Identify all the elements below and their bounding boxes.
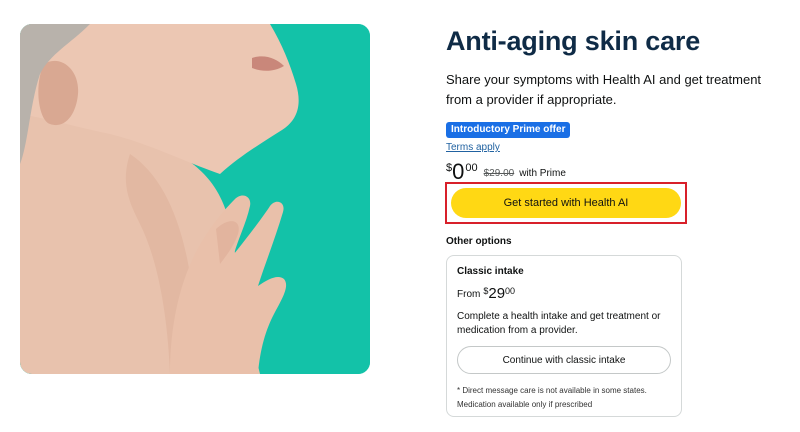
price-cents: 00 [465, 162, 478, 174]
price-note: with Prime [519, 168, 566, 179]
card-disclaimer: * Direct message care is not available i… [457, 384, 671, 412]
continue-classic-intake-button[interactable]: Continue with classic intake [457, 346, 671, 374]
disclaimer-line-1: * Direct message care is not available i… [457, 386, 647, 395]
prime-offer-badge: Introductory Prime offer [446, 122, 571, 138]
cta-highlight-box: Get started with Health AI [445, 182, 687, 224]
original-price: $29.00 [483, 168, 515, 179]
page-title: Anti-aging skin care [446, 26, 701, 56]
get-started-button[interactable]: Get started with Health AI [451, 188, 681, 218]
card-title: Classic intake [457, 266, 524, 277]
card-price-cents: 00 [505, 286, 516, 296]
page-subtitle: Share your symptoms with Health AI and g… [446, 72, 762, 107]
card-price-prefix: From [457, 289, 481, 300]
hero-image [20, 24, 370, 374]
card-price: From $ 29 00 [457, 285, 671, 302]
card-price-whole: 29 [488, 285, 506, 302]
terms-link[interactable]: Terms apply [446, 141, 786, 154]
disclaimer-line-2: Medication available only if prescribed [457, 400, 593, 409]
classic-intake-card: Classic intake From $ 29 00 Complete a h… [446, 255, 682, 417]
product-details: Anti-aging skin care Share your symptoms… [446, 24, 786, 186]
other-options-heading: Other options [446, 236, 512, 247]
card-description: Complete a health intake and get treatme… [457, 311, 661, 336]
woman-neck-hand-photo [20, 24, 370, 374]
price-whole: 0 [452, 159, 465, 184]
